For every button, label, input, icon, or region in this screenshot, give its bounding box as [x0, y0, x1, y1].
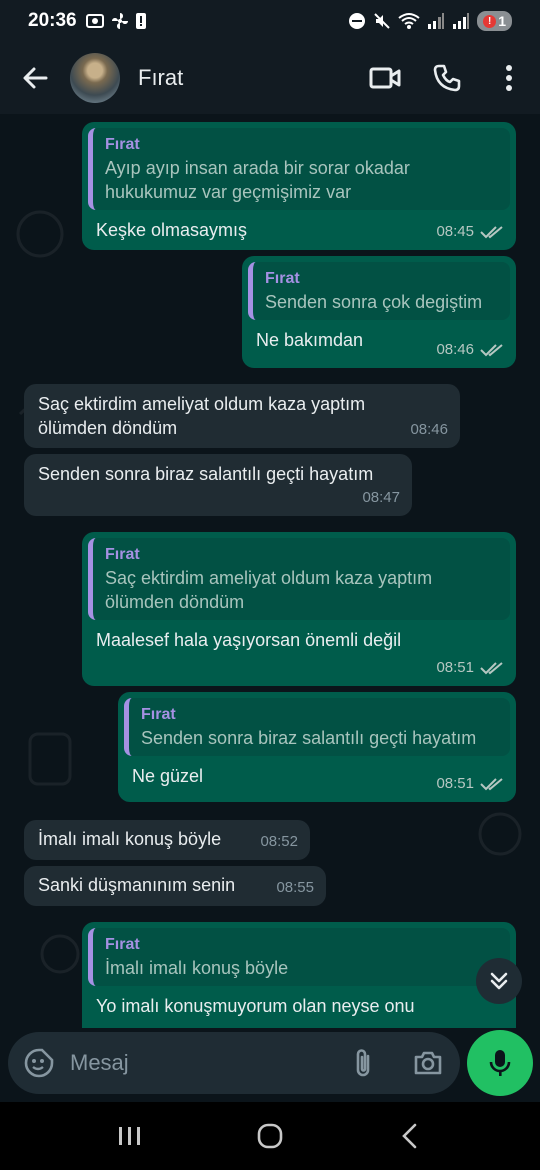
voice-message-button[interactable] [467, 1030, 533, 1096]
avatar[interactable] [70, 53, 120, 103]
back-nav-button[interactable] [380, 1111, 440, 1161]
signal-icon [428, 13, 445, 29]
message-meta: 08:52 [260, 830, 298, 854]
emoji-sticker-icon [24, 1048, 54, 1078]
message-bubble-outgoing[interactable]: Fırat Ayıp ayıp insan arada bir sorar ok… [82, 122, 516, 250]
scroll-to-bottom-button[interactable] [476, 958, 522, 1004]
message-text: Yo imalı konuşmuyorum olan neyse onu [96, 996, 415, 1016]
message-time: 08:45 [436, 223, 474, 240]
status-time: 20:36 [28, 10, 77, 31]
message-bubble-incoming[interactable]: Sanki düşmanınım senin 08:55 [24, 866, 326, 906]
message-bubble-incoming[interactable]: İmalı imalı konuş böyle 08:52 [24, 820, 310, 860]
quoted-sender: Fırat [105, 136, 140, 153]
more-options-button[interactable] [478, 42, 540, 114]
chevron-left-icon [402, 1123, 417, 1149]
quoted-text: Senden sonra çok degiştim [265, 292, 483, 312]
recents-icon [119, 1127, 140, 1145]
message-time: 08:46 [436, 341, 474, 358]
message-time: 08:46 [410, 421, 448, 438]
voice-call-button[interactable] [416, 42, 478, 114]
quoted-message[interactable]: Fırat Senden sonra biraz salantılı geçti… [124, 698, 510, 756]
double-chevron-down-icon [490, 972, 508, 990]
message-bubble-outgoing[interactable]: Fırat Saç ektirdim ameliyat oldum kaza y… [82, 532, 516, 686]
quoted-message[interactable]: Fırat Saç ektirdim ameliyat oldum kaza y… [88, 538, 510, 620]
quoted-text: İmalı imalı konuş böyle [105, 958, 289, 978]
more-vert-icon [506, 65, 512, 91]
contact-name[interactable]: Fırat [138, 65, 354, 91]
dnd-icon [349, 13, 366, 29]
mic-icon [489, 1050, 511, 1076]
system-nav-bar [0, 1102, 540, 1170]
mute-icon [374, 13, 390, 29]
message-composer [0, 1028, 540, 1102]
quoted-sender: Fırat [141, 706, 176, 723]
alert-icon [135, 13, 146, 29]
status-system-icons: ! 1 [348, 11, 512, 31]
message-meta: 08:46 [410, 418, 448, 442]
quoted-message[interactable]: Fırat Ayıp ayıp insan arada bir sorar ok… [88, 128, 510, 210]
quoted-text: Senden sonra biraz salantılı geçti hayat… [141, 728, 477, 748]
message-time: 08:51 [436, 775, 474, 792]
message-meta: 08:45 [436, 220, 504, 244]
message-text: Maalesef hala yaşıyorsan önemli değil [96, 630, 402, 650]
status-bar: 20:36 ! 1 [0, 0, 540, 42]
camera-icon [414, 1051, 442, 1075]
fan-icon [111, 13, 128, 29]
wifi-icon [398, 13, 420, 29]
message-time: 08:47 [362, 489, 400, 506]
video-call-button[interactable] [354, 42, 416, 114]
video-call-icon [369, 67, 401, 89]
back-button[interactable] [0, 42, 70, 114]
quoted-sender: Fırat [105, 936, 140, 953]
quoted-text: Ayıp ayıp insan arada bir sorar okadar h… [105, 158, 410, 202]
screenshot-icon [85, 14, 104, 28]
home-button[interactable] [240, 1111, 300, 1161]
double-check-icon [480, 344, 503, 357]
double-check-icon [480, 662, 503, 675]
quoted-message[interactable]: Fırat Senden sonra çok degiştim [248, 262, 510, 320]
recents-button[interactable] [100, 1111, 160, 1161]
message-time: 08:55 [276, 879, 314, 896]
back-arrow-icon [23, 67, 48, 89]
double-check-icon [480, 226, 503, 239]
message-input[interactable] [70, 1050, 332, 1076]
quoted-sender: Fırat [265, 270, 300, 287]
attach-button[interactable] [332, 1032, 396, 1094]
message-time: 08:52 [260, 833, 298, 850]
message-meta: 08:46 [436, 338, 504, 362]
camera-button[interactable] [396, 1032, 460, 1094]
message-bubble-incoming[interactable]: Saç ektirdim ameliyat oldum kaza yaptım … [24, 384, 460, 448]
quoted-message[interactable]: Fırat İmalı imalı konuş böyle [88, 928, 510, 986]
phone-icon [433, 64, 461, 92]
status-notification-icons [85, 12, 147, 30]
chat-header: Fırat [0, 42, 540, 114]
home-icon [257, 1123, 283, 1149]
quoted-sender: Fırat [105, 546, 140, 563]
message-meta: 08:55 [276, 876, 314, 900]
message-text: Saç ektirdim ameliyat oldum kaza yaptım … [38, 394, 366, 438]
message-text: Senden sonra biraz salantılı geçti hayat… [38, 464, 374, 484]
message-bubble-incoming[interactable]: Senden sonra biraz salantılı geçti hayat… [24, 454, 412, 516]
battery-alert-icon: ! [483, 14, 497, 28]
double-check-icon [480, 778, 503, 791]
message-bubble-outgoing[interactable]: Fırat İmalı imalı konuş böyle Yo imalı k… [82, 922, 516, 1028]
message-bubble-outgoing[interactable]: Fırat Senden sonra biraz salantılı geçti… [118, 692, 516, 802]
attach-icon [356, 1049, 370, 1077]
composer-pill [8, 1032, 460, 1094]
message-meta: 08:47 [362, 486, 400, 510]
message-time: 08:51 [436, 659, 474, 676]
battery-badge-value: 1 [498, 13, 506, 29]
battery-badge: ! 1 [477, 11, 512, 31]
signal-icon-2 [453, 13, 470, 29]
emoji-button[interactable] [8, 1048, 70, 1078]
message-meta: 08:51 [436, 656, 504, 680]
message-bubble-outgoing[interactable]: Fırat Senden sonra çok degiştim Ne bakım… [242, 256, 516, 368]
chat-area[interactable]: Fırat Ayıp ayıp insan arada bir sorar ok… [0, 114, 540, 1028]
message-meta: 08:51 [436, 772, 504, 796]
quoted-text: Saç ektirdim ameliyat oldum kaza yaptım … [105, 568, 433, 612]
